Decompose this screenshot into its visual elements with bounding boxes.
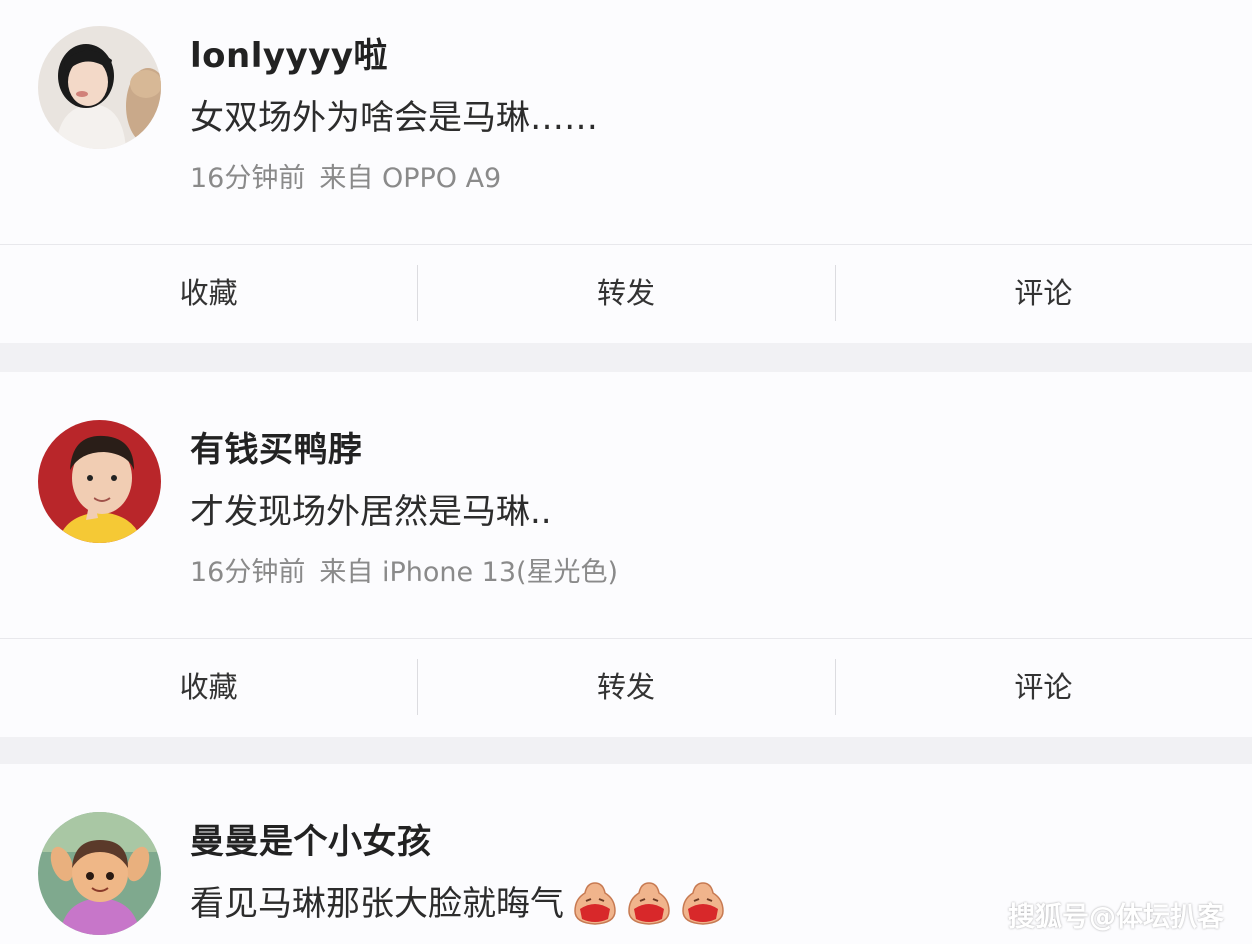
username[interactable]: 有钱买鸭脖: [190, 422, 363, 471]
post-card: 有钱买鸭脖 才发现场外居然是马琳.. 16分钟前 来自 iPhone 13(星光色…: [0, 372, 1252, 737]
user-avatar[interactable]: [38, 812, 161, 935]
user-avatar[interactable]: [38, 26, 161, 149]
post-meta: 16分钟前 来自 iPhone 13(星光色): [190, 550, 618, 589]
post-source: 来自 OPPO A9: [319, 163, 502, 194]
username[interactable]: lonlyyyy啦: [190, 28, 388, 77]
post-text: 看见马琳那张大脸就晦气: [190, 884, 564, 924]
post-content: 女双场外为啥会是马琳……: [190, 98, 598, 138]
username[interactable]: 曼曼是个小女孩: [190, 814, 432, 863]
post-time: 16分钟前: [190, 163, 306, 194]
face-emoji-icon: [682, 882, 724, 925]
watermark: 搜狐号@体坛扒客: [1008, 902, 1224, 933]
collect-button[interactable]: 收藏: [0, 265, 417, 321]
face-emoji-icon: [574, 882, 616, 925]
repost-button[interactable]: 转发: [417, 659, 834, 715]
comment-button[interactable]: 评论: [834, 659, 1252, 715]
post-meta: 16分钟前 来自 OPPO A9: [190, 156, 501, 195]
face-emoji-icon: [628, 882, 670, 925]
user-avatar[interactable]: [38, 420, 161, 543]
action-bar: 收藏 转发 评论: [0, 638, 1252, 735]
collect-button[interactable]: 收藏: [0, 659, 417, 715]
repost-button[interactable]: 转发: [417, 265, 834, 321]
post-content: 看见马琳那张大脸就晦气: [190, 876, 726, 927]
post-time: 16分钟前: [190, 557, 306, 588]
action-bar: 收藏 转发 评论: [0, 244, 1252, 341]
post-card: lonlyyyy啦 女双场外为啥会是马琳…… 16分钟前 来自 OPPO A9 收…: [0, 0, 1252, 343]
post-content: 才发现场外居然是马琳..: [190, 492, 552, 532]
comment-button[interactable]: 评论: [834, 265, 1252, 321]
post-source: 来自 iPhone 13(星光色): [319, 557, 619, 588]
